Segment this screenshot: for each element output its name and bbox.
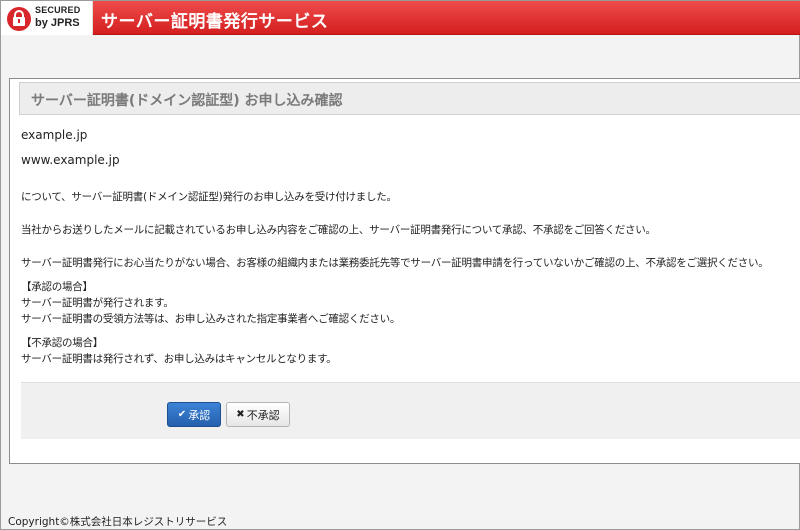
action-area: ✔ 承認 ✖ 不承認 (21, 382, 800, 439)
receipt-message: について、サーバー証明書(ドメイン認証型)発行のお申し込みを受け付けました。 (21, 191, 397, 203)
reject-section-heading: 【不承認の場合】 (21, 337, 103, 349)
page-title: サーバー証明書(ドメイン認証型) お申し込み確認 (31, 93, 343, 109)
approve-button-label: 承認 (188, 408, 211, 422)
logo-text-by-jprs: by JPRS (35, 17, 80, 29)
approve-section-line: サーバー証明書が発行されます。 (21, 297, 174, 309)
x-icon: ✖ (236, 409, 245, 420)
window-frame: SECURED by JPRS サーバー証明書発行サービス サーバー証明書(ドメ… (0, 0, 800, 530)
logo-text-secured: SECURED (35, 5, 81, 15)
header-bar: SECURED by JPRS サーバー証明書発行サービス (1, 1, 800, 35)
confirmation-panel: サーバー証明書(ドメイン認証型) お申し込み確認 example.jp www.… (9, 78, 800, 464)
approve-section-line: サーバー証明書の受領方法等は、お申し込みされた指定事業者へご確認ください。 (21, 313, 401, 325)
reject-button-label: 不承認 (246, 408, 280, 422)
domain-name: www.example.jp (21, 153, 120, 167)
warning-message: サーバー証明書発行にお心当たりがない場合、お客様の組織内または業務委託先等でサー… (21, 257, 769, 269)
approve-button[interactable]: ✔ 承認 (167, 402, 221, 427)
panel-header: サーバー証明書(ドメイン認証型) お申し込み確認 (19, 82, 800, 115)
domain-name: example.jp (21, 128, 88, 142)
app-title: サーバー証明書発行サービス (101, 12, 329, 32)
secured-by-jprs-logo: SECURED by JPRS (1, 1, 93, 35)
reject-button[interactable]: ✖ 不承認 (226, 402, 290, 427)
reject-section-line: サーバー証明書は発行されず、お申し込みはキャンセルとなります。 (21, 353, 337, 365)
check-icon: ✔ (177, 409, 187, 420)
instruction-message: 当社からお送りしたメールに記載されているお申し込み内容をご確認の上、サーバー証明… (21, 224, 656, 236)
footer-copyright: Copyright©株式会社日本レジストリサービス (8, 516, 228, 528)
approve-section-heading: 【承認の場合】 (21, 281, 93, 293)
lock-icon (7, 7, 31, 31)
